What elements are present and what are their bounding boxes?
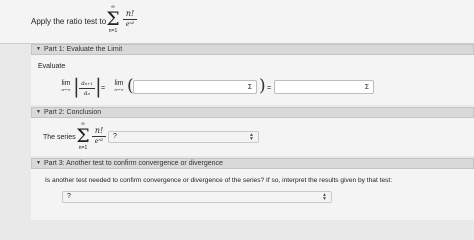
part3-question: Is another test needed to confirm conver… <box>45 177 393 184</box>
part2-body: The series ∞ Σ n=1 n! eⁿ² ? ▲ ▼ <box>31 118 474 156</box>
chevron-updown-icon: ▲ ▼ <box>322 192 327 202</box>
limit-expression-input[interactable]: Σ <box>133 80 257 94</box>
summation-symbol: ∞ Σ n=1 <box>76 121 90 151</box>
series-label: The series <box>43 134 76 141</box>
caret-down-icon: ▼ <box>36 160 41 166</box>
part1-header[interactable]: ▼ Part 1: Evaluate the Limit <box>31 44 474 55</box>
term-denominator: eⁿ² <box>125 21 135 28</box>
another-test-select[interactable]: ? ▲ ▼ <box>62 191 332 203</box>
part3-body: Is another test needed to confirm conver… <box>31 169 474 220</box>
problem-card: Apply the ratio test to ∞ Σ n=1 n! eⁿ² <box>0 0 474 44</box>
caret-down-icon: ▼ <box>36 109 41 115</box>
sigma-icon[interactable]: Σ <box>248 83 252 92</box>
problem-intro: Apply the ratio test to <box>31 17 107 26</box>
part3-header[interactable]: ▼ Part 3: Another test to confirm converg… <box>31 158 474 169</box>
sigma-icon[interactable]: Σ <box>365 83 369 92</box>
limit-value-input[interactable]: Σ <box>274 80 374 94</box>
summation-symbol: ∞ Σ n=1 <box>104 4 122 34</box>
conclusion-select[interactable]: ? ▲ ▼ <box>108 131 259 143</box>
evaluate-label: Evaluate <box>38 63 66 70</box>
chevron-updown-icon: ▲ ▼ <box>249 132 254 142</box>
limit-right: lim n→∞ <box>114 80 124 92</box>
ratio-fraction: aₙ₊₁ aₙ <box>78 80 96 98</box>
series-term: n! eⁿ² <box>122 9 138 29</box>
caret-down-icon: ▼ <box>36 46 41 52</box>
series-term: n! eⁿ² <box>91 126 107 146</box>
part1-body: Evaluate lim n→∞ | aₙ₊₁ aₙ | = lim n→∞ (… <box>31 55 474 105</box>
limit-left: lim n→∞ <box>61 80 71 92</box>
term-numerator: n! <box>125 9 135 18</box>
part2-header[interactable]: ▼ Part 2: Conclusion <box>31 107 474 118</box>
